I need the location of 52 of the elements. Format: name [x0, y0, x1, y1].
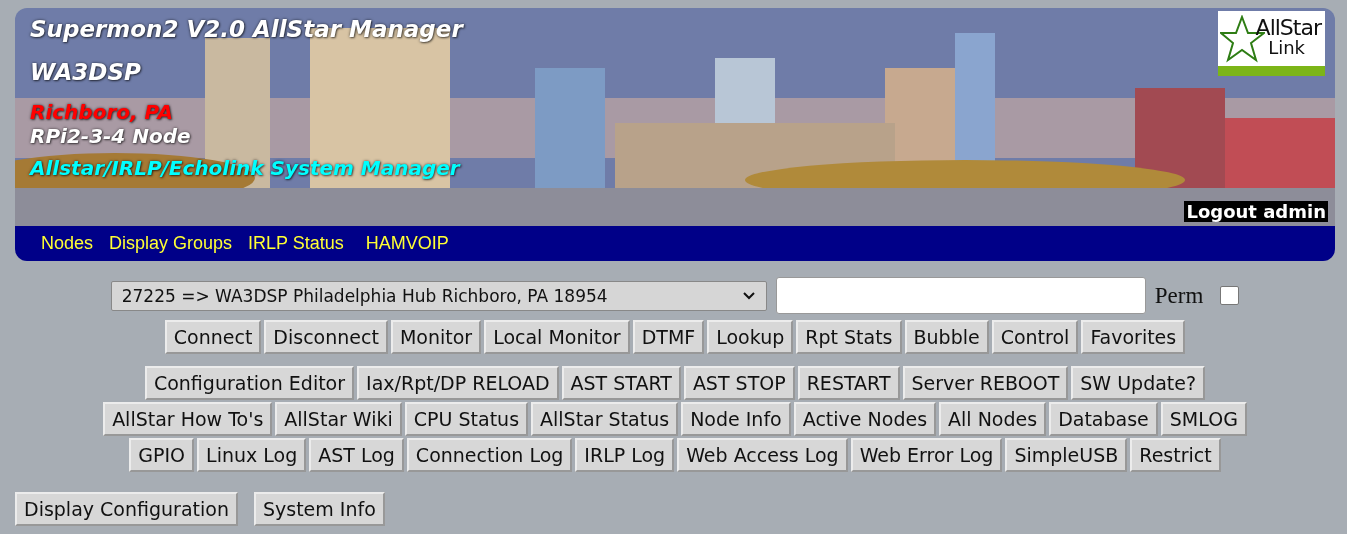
nav-link[interactable]: HAMVOIP: [365, 233, 449, 254]
nav-link[interactable]: Nodes: [41, 233, 94, 254]
node-input[interactable]: [775, 277, 1146, 314]
nav-link[interactable]: IRLP Status: [248, 233, 344, 254]
action-button[interactable]: Restrict: [1130, 438, 1221, 472]
action-button[interactable]: Connect: [164, 320, 262, 354]
action-button[interactable]: CPU Status: [404, 402, 529, 436]
node-type: RPi2-3-4 Node: [30, 124, 191, 148]
action-button[interactable]: Connection Log: [406, 438, 573, 472]
perm-label: Perm: [1154, 282, 1204, 309]
action-button[interactable]: Node Info: [681, 402, 791, 436]
action-button[interactable]: SMLOG: [1160, 402, 1247, 436]
action-button[interactable]: Web Access Log: [677, 438, 848, 472]
action-button[interactable]: System Info: [253, 492, 385, 526]
action-button[interactable]: AllStar Wiki: [275, 402, 402, 436]
action-button[interactable]: SimpleUSB: [1005, 438, 1128, 472]
action-button[interactable]: AST START: [561, 366, 681, 400]
action-button[interactable]: DTMF: [632, 320, 705, 354]
action-button[interactable]: AllStar How To's: [103, 402, 273, 436]
action-button[interactable]: Server REBOOT: [902, 366, 1069, 400]
action-button[interactable]: All Nodes: [939, 402, 1047, 436]
action-button[interactable]: Disconnect: [264, 320, 388, 354]
action-button[interactable]: Rpt Stats: [796, 320, 902, 354]
action-button[interactable]: Web Error Log: [850, 438, 1003, 472]
action-button[interactable]: Display Configuration: [15, 492, 238, 526]
nav-link[interactable]: Display Groups: [109, 233, 233, 254]
node-select[interactable]: 27225 => WA3DSP Philadelphia Hub Richboro, PA 18954: [110, 280, 767, 311]
action-button[interactable]: Database: [1049, 402, 1158, 436]
perm-checkbox[interactable]: [1220, 286, 1240, 305]
action-button[interactable]: SW Update?: [1071, 366, 1206, 400]
action-button[interactable]: AST STOP: [683, 366, 795, 400]
action-button[interactable]: Linux Log: [197, 438, 307, 472]
chevron-down-icon: [741, 290, 756, 301]
callsign: WA3DSP: [30, 59, 141, 86]
action-button[interactable]: AllStar Status: [531, 402, 679, 436]
action-button[interactable]: Monitor: [390, 320, 482, 354]
action-button[interactable]: Active Nodes: [793, 402, 937, 436]
action-button[interactable]: Local Monitor: [484, 320, 630, 354]
action-button[interactable]: Iax/Rpt/DP RELOAD: [357, 366, 559, 400]
location: Richboro, PA: [30, 100, 173, 124]
action-button[interactable]: RESTART: [797, 366, 900, 400]
action-button[interactable]: AST Log: [309, 438, 404, 472]
logout-link[interactable]: Logout admin: [1184, 201, 1328, 222]
action-button[interactable]: Favorites: [1081, 320, 1186, 354]
action-button[interactable]: Configuration Editor: [144, 366, 355, 400]
action-button[interactable]: Lookup: [707, 320, 794, 354]
action-button[interactable]: GPIO: [129, 438, 195, 472]
allstar-logo: AllStar Link: [1218, 11, 1325, 76]
action-button[interactable]: Control: [991, 320, 1079, 354]
subtitle: Allstar/IRLP/Echolink System Manager: [30, 156, 460, 180]
action-button[interactable]: Bubble: [904, 320, 989, 354]
action-button[interactable]: IRLP Log: [575, 438, 675, 472]
